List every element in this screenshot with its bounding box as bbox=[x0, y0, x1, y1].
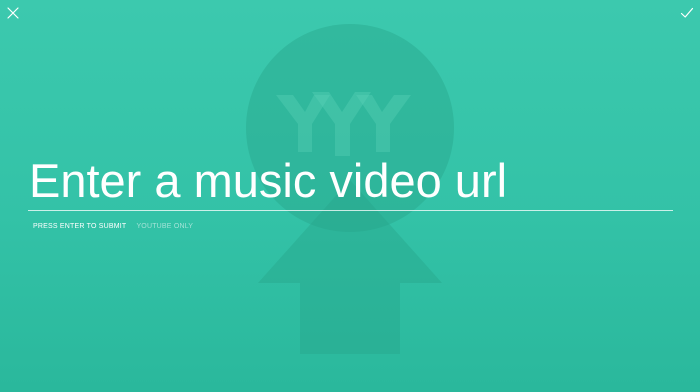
confirm-button[interactable] bbox=[678, 4, 696, 22]
music-video-url-input[interactable] bbox=[28, 152, 673, 211]
close-button[interactable] bbox=[4, 4, 22, 22]
input-hints: PRESS ENTER TO SUBMIT YOUTUBE ONLY bbox=[33, 223, 193, 230]
checkmark-icon bbox=[680, 7, 694, 18]
youtube-only-hint: YOUTUBE ONLY bbox=[136, 223, 194, 230]
close-icon bbox=[7, 7, 19, 19]
press-enter-hint: PRESS ENTER TO SUBMIT bbox=[33, 223, 127, 230]
